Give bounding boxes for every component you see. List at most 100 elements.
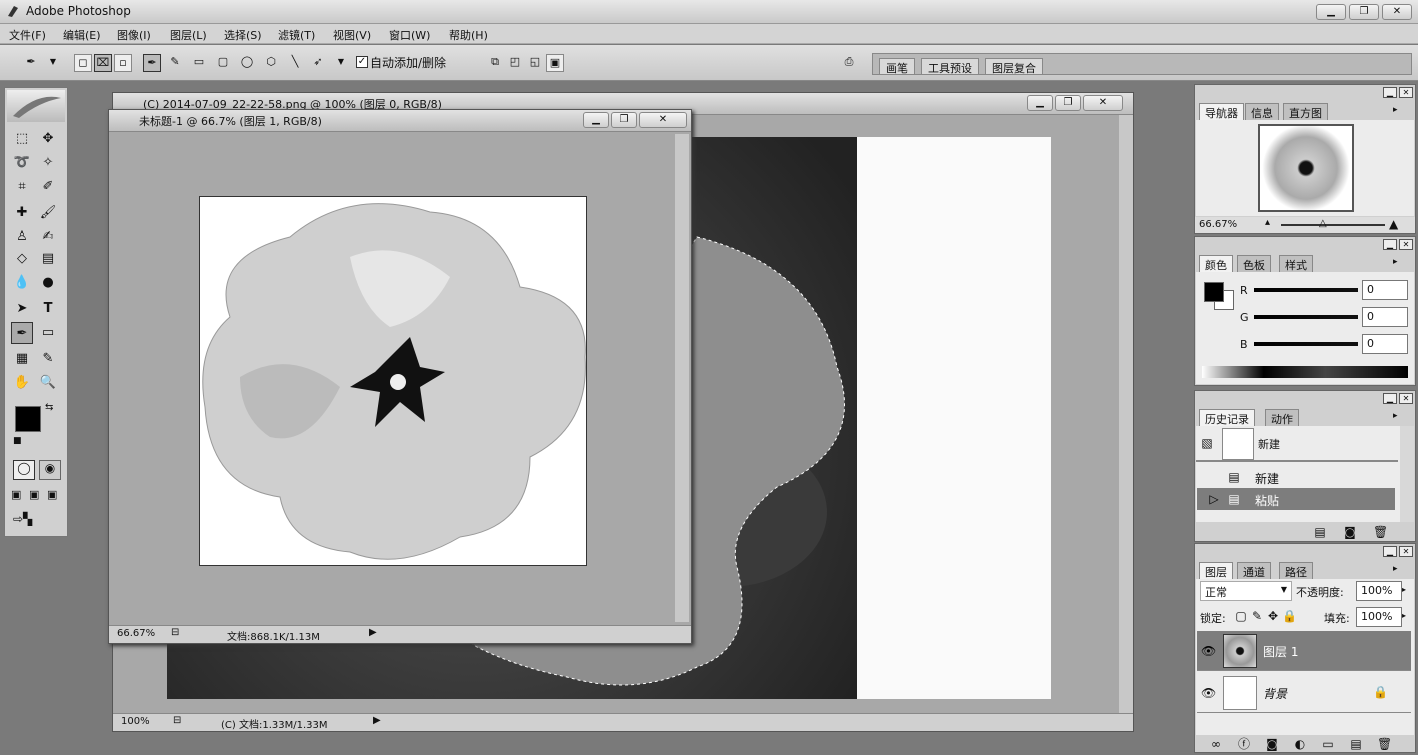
pen-icon[interactable]: ✒ <box>143 54 161 72</box>
history-item[interactable]: ▤ 新建 <box>1197 466 1395 488</box>
layer-style-icon[interactable]: ⓕ <box>1237 737 1251 751</box>
history-scrollbar[interactable] <box>1400 426 1414 522</box>
fill-arrow-icon[interactable]: ▸ <box>1402 611 1406 620</box>
doc-back-vertical-scrollbar[interactable] <box>1119 115 1133 715</box>
crop-icon[interactable]: ⌗ <box>11 176 33 198</box>
blur-icon[interactable]: 💧 <box>11 272 33 294</box>
preset-dropdown-icon[interactable]: ▼ <box>44 54 62 72</box>
doc-back-zoom[interactable]: 100% <box>121 716 150 727</box>
geometry-options-icon[interactable]: ▼ <box>332 54 350 72</box>
visibility-eye-icon[interactable]: 👁 <box>1201 644 1216 658</box>
eraser-icon[interactable]: ◇ <box>11 248 33 270</box>
navigator-minimize-button[interactable]: ▁ <box>1383 87 1397 98</box>
layer-mask-icon[interactable]: ◙ <box>1265 737 1279 751</box>
ellipse-icon[interactable]: ◯ <box>238 54 256 72</box>
history-close-button[interactable]: ✕ <box>1399 393 1413 404</box>
subtract-path-icon[interactable]: ◰ <box>506 54 524 72</box>
foreground-color-swatch[interactable] <box>15 406 41 432</box>
tab-histogram[interactable]: 直方图 <box>1283 103 1328 120</box>
minimize-button[interactable]: ▁ <box>1316 4 1346 20</box>
rounded-rectangle-icon[interactable]: ▢ <box>214 54 232 72</box>
rectangle-icon[interactable]: ▭ <box>190 54 208 72</box>
file-browser-icon[interactable]: ⎙ <box>840 54 858 72</box>
color-minimize-button[interactable]: ▁ <box>1383 239 1397 250</box>
history-snapshot-row[interactable]: ▧ 新建 <box>1196 426 1398 462</box>
doc-back-status-arrow-icon[interactable]: ▶ <box>373 715 381 726</box>
navigator-menu-icon[interactable]: ▸ <box>1393 105 1398 115</box>
notes-icon[interactable]: ▦ <box>11 348 33 370</box>
clone-stamp-icon[interactable]: ♙ <box>11 226 33 248</box>
navigator-thumbnail[interactable] <box>1258 124 1354 212</box>
menu-edit[interactable]: 编辑(E) <box>58 26 106 44</box>
brush-icon[interactable]: 🖌 <box>37 202 59 224</box>
custom-shape-icon[interactable]: ➶ <box>309 54 327 72</box>
quick-mask-icon[interactable]: ◉ <box>39 460 61 480</box>
new-layer-icon[interactable]: ▤ <box>1349 737 1363 751</box>
marquee-icon[interactable]: ⬚ <box>11 128 33 150</box>
doc-front-zoom[interactable]: 66.67% <box>117 628 155 639</box>
screen-mode-standard-icon[interactable]: ▣ <box>11 488 29 504</box>
history-menu-icon[interactable]: ▸ <box>1393 411 1398 421</box>
zoom-slider[interactable] <box>1281 224 1385 226</box>
doc-back-maximize-button[interactable]: ❐ <box>1055 95 1081 111</box>
history-item-selected[interactable]: ▷ ▤ 粘贴 <box>1197 488 1395 510</box>
lock-transparency-icon[interactable]: ▢ <box>1234 609 1248 623</box>
paths-icon[interactable]: ⌧ <box>94 54 112 72</box>
layers-minimize-button[interactable]: ▁ <box>1383 546 1397 557</box>
blend-mode-select[interactable]: 正常 ▼ <box>1200 581 1292 601</box>
pen-tool-preset-icon[interactable]: ✒ <box>22 54 40 72</box>
dodge-icon[interactable]: ● <box>37 272 59 294</box>
lock-all-icon[interactable]: 🔒 <box>1282 609 1297 623</box>
layer-row-selected[interactable]: 👁 图层 1 <box>1197 631 1411 671</box>
delete-state-icon[interactable]: 🗑 <box>1373 525 1388 539</box>
add-to-path-icon[interactable]: ⧉ <box>486 54 504 72</box>
zoom-in-icon[interactable]: ▲ <box>1389 217 1398 231</box>
tab-layers[interactable]: 图层 <box>1199 562 1233 579</box>
slice-icon[interactable]: ✐ <box>37 176 59 198</box>
adjustment-layer-icon[interactable]: ◐ <box>1293 737 1307 751</box>
color-menu-icon[interactable]: ▸ <box>1393 257 1398 267</box>
history-brush-icon[interactable]: ✍ <box>37 226 59 248</box>
lock-position-icon[interactable]: ✥ <box>1266 609 1280 623</box>
opacity-arrow-icon[interactable]: ▸ <box>1402 585 1406 594</box>
menu-window[interactable]: 窗口(W) <box>384 26 435 44</box>
well-tab-tool-presets[interactable]: 工具预设 <box>921 58 979 75</box>
new-document-from-state-icon[interactable]: ▤ <box>1313 525 1327 539</box>
eyedropper-icon[interactable]: ✎ <box>37 348 59 370</box>
shape-layers-icon[interactable]: ◻ <box>74 54 92 72</box>
zoom-slider-thumb-icon[interactable]: △ <box>1319 218 1327 229</box>
menu-filter[interactable]: 滤镜(T) <box>273 26 320 44</box>
channel-r-field[interactable]: 0 <box>1362 280 1408 300</box>
channel-r-slider[interactable] <box>1254 288 1358 292</box>
auto-add-checkbox[interactable]: ✓ <box>356 56 368 68</box>
doc-front-maximize-button[interactable]: ❐ <box>611 112 637 128</box>
fill-field[interactable]: 100% <box>1356 607 1402 627</box>
history-minimize-button[interactable]: ▁ <box>1383 393 1397 404</box>
standard-mode-icon[interactable]: ◯ <box>13 460 35 480</box>
channel-g-slider[interactable] <box>1254 315 1358 319</box>
menu-select[interactable]: 选择(S) <box>219 26 267 44</box>
fg-color-swatch[interactable] <box>1204 282 1224 302</box>
screen-mode-full-menu-icon[interactable]: ▣ <box>29 488 47 504</box>
channel-b-field[interactable]: 0 <box>1362 334 1408 354</box>
screen-mode-full-icon[interactable]: ▣ <box>47 488 65 504</box>
color-ramp[interactable] <box>1202 366 1408 378</box>
new-group-icon[interactable]: ▭ <box>1321 737 1335 751</box>
exclude-path-icon[interactable]: ▣ <box>546 54 564 72</box>
lock-image-icon[interactable]: ✎ <box>1250 609 1264 623</box>
layers-close-button[interactable]: ✕ <box>1399 546 1413 557</box>
tab-navigator[interactable]: 导航器 <box>1199 103 1244 120</box>
rectangle-tool-icon[interactable]: ▭ <box>37 322 59 344</box>
doc-front-minimize-button[interactable]: ▁ <box>583 112 609 128</box>
gradient-icon[interactable]: ▤ <box>37 248 59 270</box>
lasso-icon[interactable]: ➰ <box>11 152 33 174</box>
menu-image[interactable]: 图像(I) <box>112 26 156 44</box>
navigator-zoom[interactable]: 66.67% <box>1199 219 1237 230</box>
color-close-button[interactable]: ✕ <box>1399 239 1413 250</box>
tab-styles[interactable]: 样式 <box>1279 255 1313 272</box>
well-tab-layer-comps[interactable]: 图层复合 <box>985 58 1043 75</box>
intersect-path-icon[interactable]: ◱ <box>526 54 544 72</box>
layers-menu-icon[interactable]: ▸ <box>1393 564 1398 574</box>
delete-layer-icon[interactable]: 🗑 <box>1377 737 1392 751</box>
jump-to-imageready-icon[interactable]: ⇨▚ <box>13 512 61 530</box>
